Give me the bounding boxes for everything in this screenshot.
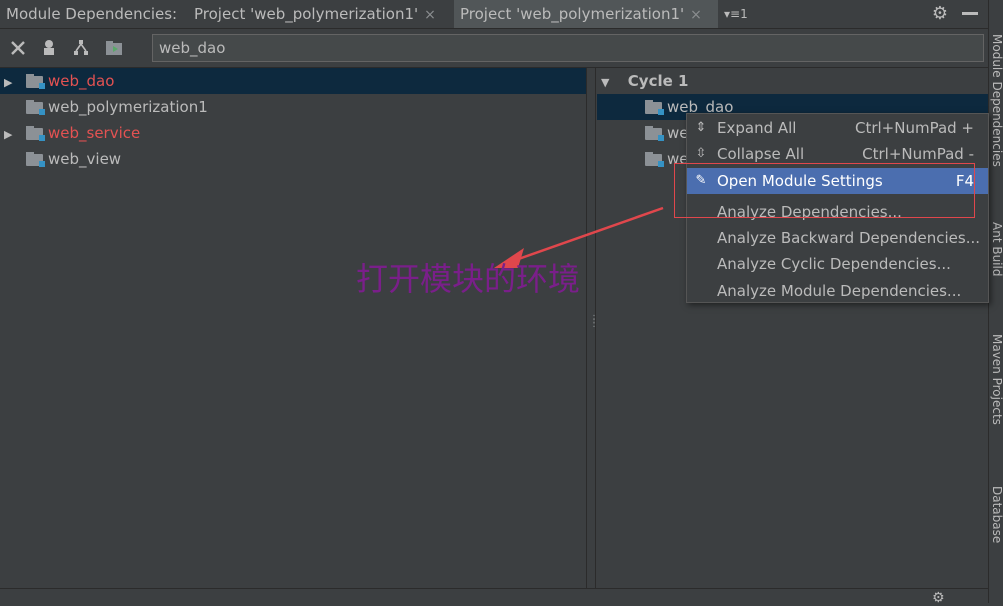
annotation-text: 打开模块的环境 — [356, 254, 580, 300]
chevron-down-icon[interactable]: ▼ — [601, 70, 615, 96]
close-icon[interactable]: × — [690, 1, 702, 29]
menu-item-analyze-module[interactable]: Analyze Module Dependencies... — [687, 278, 988, 304]
side-tab-ant-build[interactable]: Ant Build — [990, 222, 1003, 302]
minimize-icon[interactable] — [962, 12, 978, 15]
tree-item[interactable]: web_polymerization1 — [0, 94, 586, 120]
search-input[interactable]: web_dao — [152, 34, 984, 62]
bottom-bar — [0, 588, 988, 604]
menu-item-analyze-cyclic[interactable]: Analyze Cyclic Dependencies... — [687, 251, 988, 277]
hierarchy-icon[interactable] — [71, 38, 91, 58]
side-tab-database[interactable]: Database — [990, 486, 1003, 566]
tree-item[interactable]: ▶ web_dao — [0, 68, 586, 94]
side-tab-module-dependencies[interactable]: Module Dependencies — [990, 34, 1003, 184]
menu-item-analyze-backward[interactable]: Analyze Backward Dependencies... — [687, 225, 988, 251]
tree-item-label: web_polymerization1 — [48, 98, 208, 116]
folder-play-icon[interactable] — [104, 38, 124, 58]
module-folder-icon — [26, 74, 44, 88]
tree-item-label: web_view — [48, 150, 121, 168]
tab-label: Project 'web_polymerization1' — [460, 5, 684, 23]
module-icon[interactable] — [39, 38, 59, 58]
gear-icon[interactable]: ⚙ — [932, 592, 945, 604]
module-folder-icon — [26, 152, 44, 166]
tree-item[interactable]: web_view — [0, 146, 586, 172]
chevron-right-icon[interactable]: ▶ — [4, 122, 18, 148]
tab-label: Project 'web_polymerization1' — [194, 5, 418, 23]
highlight-box — [674, 163, 975, 218]
module-folder-icon — [26, 100, 44, 114]
close-icon[interactable]: × — [424, 1, 436, 29]
module-folder-icon — [645, 152, 663, 166]
tab-overflow-button[interactable]: ▾≡1 — [724, 0, 748, 28]
module-folder-icon — [645, 100, 663, 114]
tab-project-2[interactable]: Project 'web_polymerization1' × — [454, 0, 718, 28]
tree-item[interactable]: ▶ web_service — [0, 120, 586, 146]
side-tab-maven-projects[interactable]: Maven Projects — [990, 334, 1003, 454]
tree-item-label: web_dao — [48, 72, 114, 90]
module-folder-icon — [26, 126, 44, 140]
collapse-all-icon: ⇳ — [693, 145, 709, 163]
chevron-right-icon[interactable]: ▶ — [4, 70, 18, 96]
gear-icon[interactable]: ⚙ — [930, 4, 950, 24]
left-module-tree: ▶ web_dao web_polymerization1 ▶ web_servicew… — [0, 68, 586, 588]
module-folder-icon — [645, 126, 663, 140]
tool-window-title: Module Dependencies: — [6, 5, 177, 23]
expand-all-icon: ⇕ — [693, 119, 709, 137]
group-label: Cycle 1 — [628, 72, 689, 90]
close-icon[interactable] — [8, 38, 28, 58]
tree-group-cycle[interactable]: ▼ Cycle 1 — [597, 68, 988, 94]
tab-project-1[interactable]: Project 'web_polymerization1' × — [188, 0, 452, 28]
menu-item-expand-all[interactable]: ⇕ Expand All Ctrl+NumPad + — [687, 115, 988, 141]
tree-item-label: web_service — [48, 124, 140, 142]
